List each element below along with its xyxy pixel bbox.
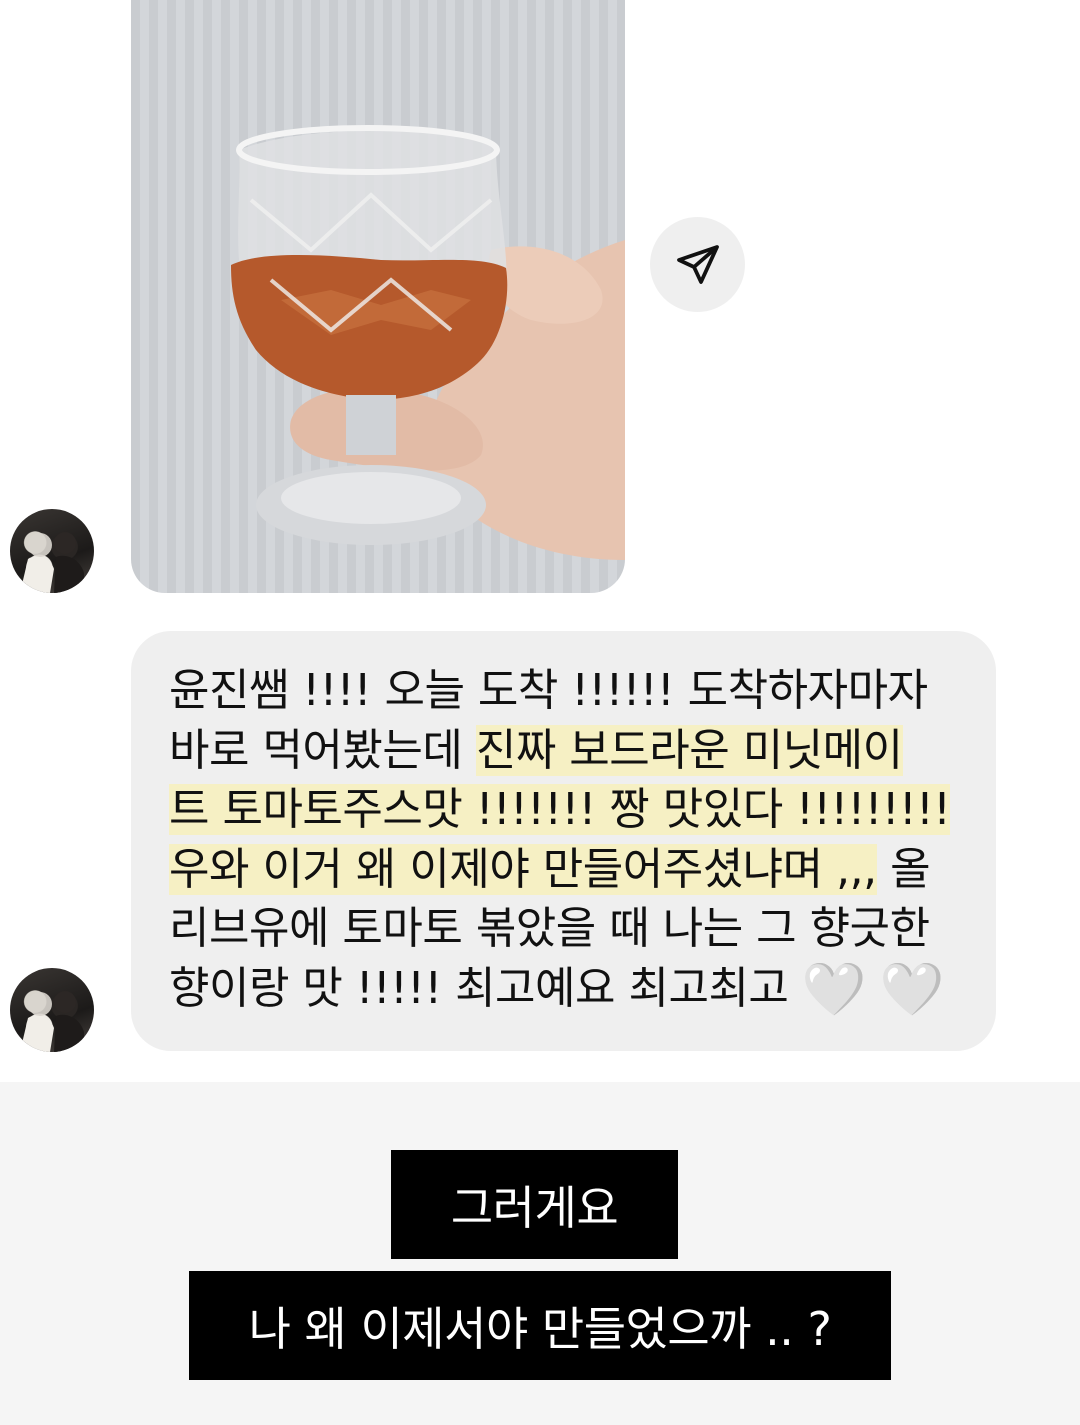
caption-line-2: 나 왜 이제서야 만들었으까 .. ?	[189, 1271, 891, 1380]
message-line: 트 토마토주스맛 !!!!!!! 짱 맛있다 !!!!!!!!!	[169, 780, 966, 840]
message-text: 윤진쌤 !!!! 오늘 도착 !!!!!! 도착하자마자	[169, 665, 928, 716]
white-heart-icon: 🤍	[879, 959, 945, 1020]
message-line: 윤진쌤 !!!! 오늘 도착 !!!!!! 도착하자마자	[169, 661, 966, 721]
message-text: 향이랑 맛 !!!!! 최고예요 최고최고	[169, 962, 802, 1014]
share-button[interactable]	[650, 217, 745, 312]
message-bubble[interactable]: 윤진쌤 !!!! 오늘 도착 !!!!!! 도착하자마자 바로 먹어봤는데 진짜…	[131, 631, 996, 1051]
message-text: 올	[876, 843, 931, 895]
caption-line-1: 그러게요	[391, 1150, 678, 1259]
message-line: 바로 먹어봤는데 진짜 보드라운 미닛메이	[169, 721, 966, 781]
message-line: 리브유에 토마토 볶았을 때 나는 그 향긋한	[169, 899, 966, 959]
sender-avatar[interactable]	[10, 968, 94, 1052]
message-text-highlighted: 진짜 보드라운 미닛메이	[475, 724, 903, 776]
avatar-image	[20, 532, 84, 593]
message-line: 우와 이거 왜 이제야 만들어주셨냐며 ,,, 올	[169, 840, 966, 900]
message-text-highlighted: 트 토마토주스맛 !!!!!!! 짱 맛있다 !!!!!!!!!	[169, 784, 951, 835]
message-text-highlighted: 우와 이거 왜 이제야 만들어주셨냐며 ,,,	[169, 843, 877, 895]
white-heart-icon: 🤍	[801, 959, 867, 1020]
chat-area: 윤진쌤 !!!! 오늘 도착 !!!!!! 도착하자마자 바로 먹어봤는데 진짜…	[0, 0, 1080, 1082]
sender-avatar[interactable]	[10, 509, 94, 593]
message-text: 리브유에 토마토 볶았을 때 나는 그 향긋한	[169, 903, 930, 954]
photo-juice-glass	[231, 125, 625, 560]
message-line: 향이랑 맛 !!!!! 최고예요 최고최고 🤍 🤍	[169, 959, 966, 1021]
send-icon	[676, 244, 719, 284]
photo-message[interactable]	[131, 0, 625, 593]
avatar-image	[20, 991, 84, 1052]
message-text: 바로 먹어봤는데	[169, 724, 476, 776]
